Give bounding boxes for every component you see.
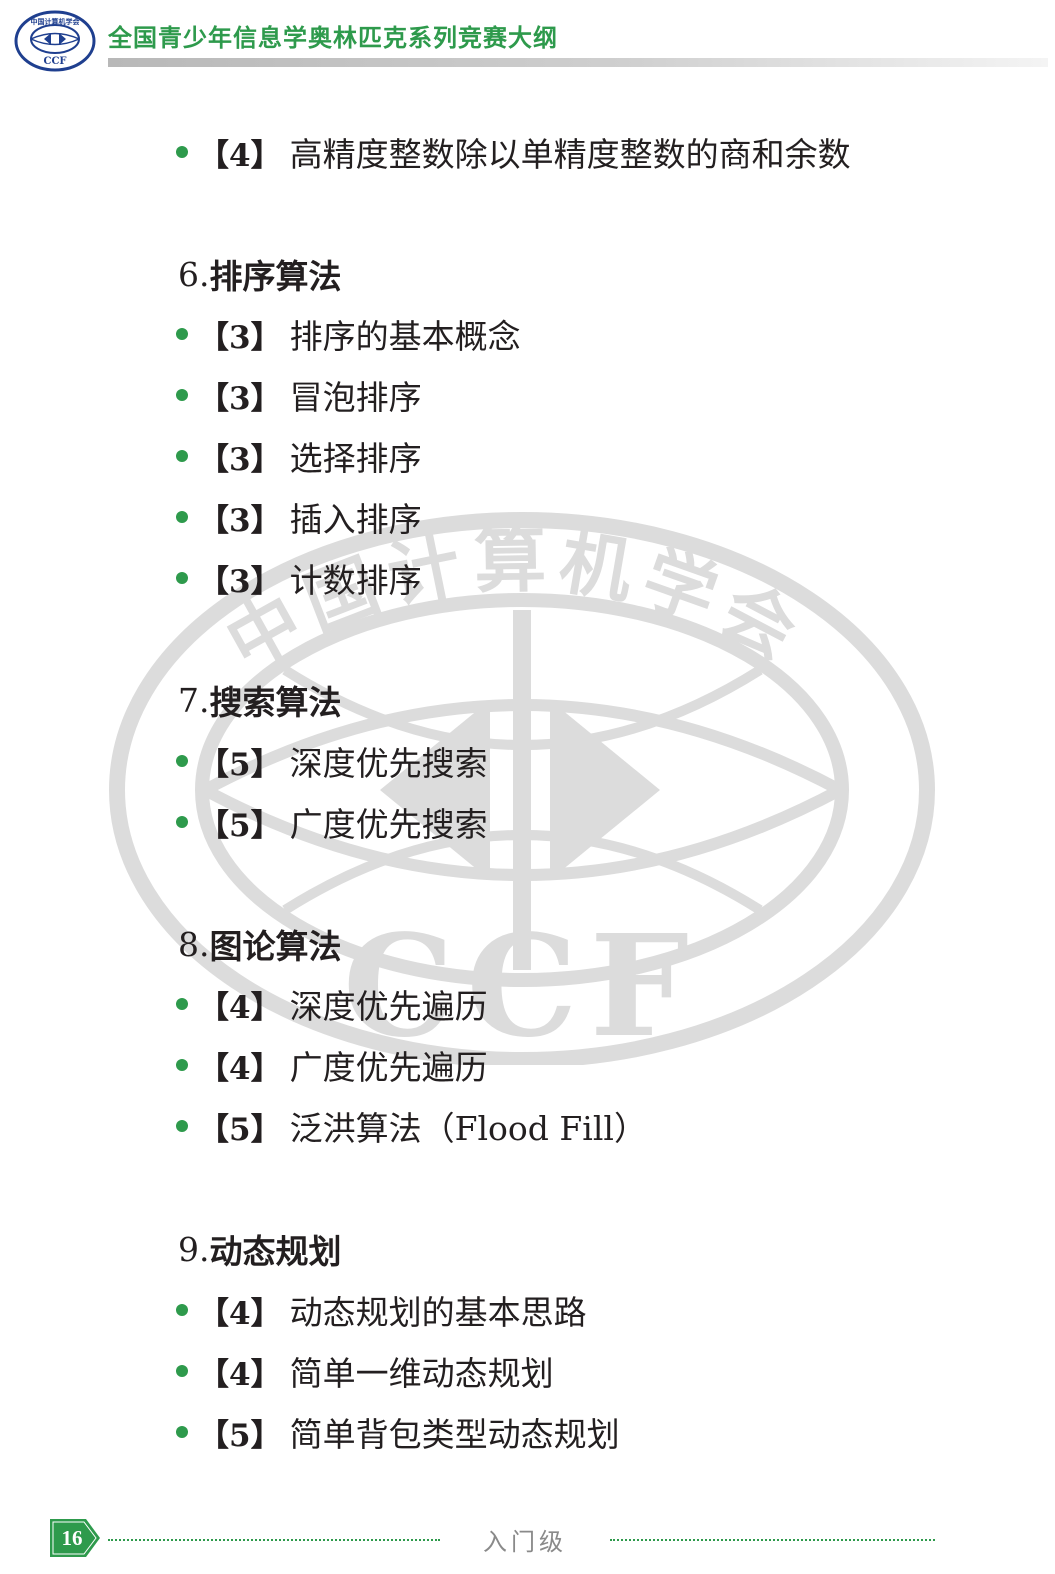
list-item: 【5】 广度优先搜索	[176, 800, 488, 844]
list-item: 【3】 插入排序	[176, 495, 422, 539]
green-dot-icon	[176, 572, 188, 584]
green-dot-icon	[176, 1365, 188, 1377]
section-heading: 6. 排序算法	[178, 252, 342, 297]
document-body: 【4】 高精度整数除以单精度整数的商和余数 6. 排序算法 【3】 排序的基本概…	[0, 0, 1055, 1574]
item-text: 广度优先搜索	[289, 805, 488, 844]
difficulty-level: 【5】	[198, 1111, 282, 1148]
green-dot-icon	[176, 1426, 188, 1438]
green-dot-icon	[176, 1059, 188, 1071]
green-dot-icon	[176, 1304, 188, 1316]
item-text: 选择排序	[289, 439, 422, 478]
difficulty-level: 【5】	[198, 807, 282, 844]
section-title: 动态规划	[209, 1232, 342, 1271]
difficulty-level: 【3】	[198, 563, 282, 600]
section-number: 9.	[178, 1229, 210, 1269]
list-item: 【4】 简单一维动态规划	[176, 1349, 554, 1393]
list-item: 【5】 泛洪算法（Flood Fill）	[176, 1104, 647, 1148]
section-heading: 9. 动态规划	[178, 1227, 342, 1272]
section-heading: 8. 图论算法	[178, 922, 342, 967]
item-text: 深度优先遍历	[289, 987, 488, 1026]
difficulty-level: 【4】	[198, 1050, 282, 1087]
green-dot-icon	[176, 450, 188, 462]
list-item: 【4】 动态规划的基本思路	[176, 1288, 587, 1332]
difficulty-level: 【4】	[198, 989, 282, 1026]
section-heading: 7. 搜索算法	[178, 678, 342, 723]
item-text: 泛洪算法（Flood Fill）	[289, 1109, 647, 1148]
section-number: 6.	[178, 254, 210, 294]
green-dot-icon	[176, 511, 188, 523]
list-item: 【4】 深度优先遍历	[176, 982, 488, 1026]
list-item: 【3】 选择排序	[176, 434, 422, 478]
footer-dotted-rule-left	[108, 1539, 440, 1541]
item-text: 简单背包类型动态规划	[289, 1415, 620, 1454]
green-dot-icon	[176, 328, 188, 340]
item-text: 深度优先搜索	[289, 744, 488, 783]
footer-dotted-rule-right	[610, 1539, 935, 1541]
section-title: 图论算法	[209, 927, 342, 966]
green-dot-icon	[176, 389, 188, 401]
item-text: 计数排序	[289, 561, 422, 600]
list-item: 【3】 计数排序	[176, 556, 422, 600]
item-text: 冒泡排序	[289, 378, 422, 417]
item-text: 简单一维动态规划	[289, 1354, 554, 1393]
item-text: 动态规划的基本思路	[289, 1293, 587, 1332]
difficulty-level: 【4】	[198, 1356, 282, 1393]
item-text: 广度优先遍历	[289, 1048, 488, 1087]
item-text: 排序的基本概念	[289, 317, 521, 356]
difficulty-level: 【3】	[198, 380, 282, 417]
item-text: 插入排序	[289, 500, 422, 539]
page-number: 16	[61, 1526, 83, 1550]
green-dot-icon	[176, 755, 188, 767]
list-item: 【4】 广度优先遍历	[176, 1043, 488, 1087]
section-number: 8.	[178, 924, 210, 964]
green-dot-icon	[176, 146, 188, 158]
list-item: 【5】 简单背包类型动态规划	[176, 1410, 620, 1454]
section-number: 7.	[178, 680, 210, 720]
difficulty-level: 【5】	[198, 746, 282, 783]
section-title: 排序算法	[209, 257, 342, 296]
green-dot-icon	[176, 816, 188, 828]
difficulty-level: 【4】	[198, 1295, 282, 1332]
item-text: 高精度整数除以单精度整数的商和余数	[289, 135, 851, 174]
section-title: 搜索算法	[209, 683, 342, 722]
green-dot-icon	[176, 998, 188, 1010]
difficulty-level: 【3】	[198, 319, 282, 356]
list-item: 【4】 高精度整数除以单精度整数的商和余数	[176, 130, 851, 174]
difficulty-level: 【4】	[198, 137, 282, 174]
footer-level-label: 入门级	[483, 1528, 567, 1556]
green-dot-icon	[176, 1120, 188, 1132]
difficulty-level: 【3】	[198, 441, 282, 478]
list-item: 【3】 冒泡排序	[176, 373, 422, 417]
difficulty-level: 【3】	[198, 502, 282, 539]
difficulty-level: 【5】	[198, 1417, 282, 1454]
list-item: 【3】 排序的基本概念	[176, 312, 521, 356]
list-item: 【5】 深度优先搜索	[176, 739, 488, 783]
